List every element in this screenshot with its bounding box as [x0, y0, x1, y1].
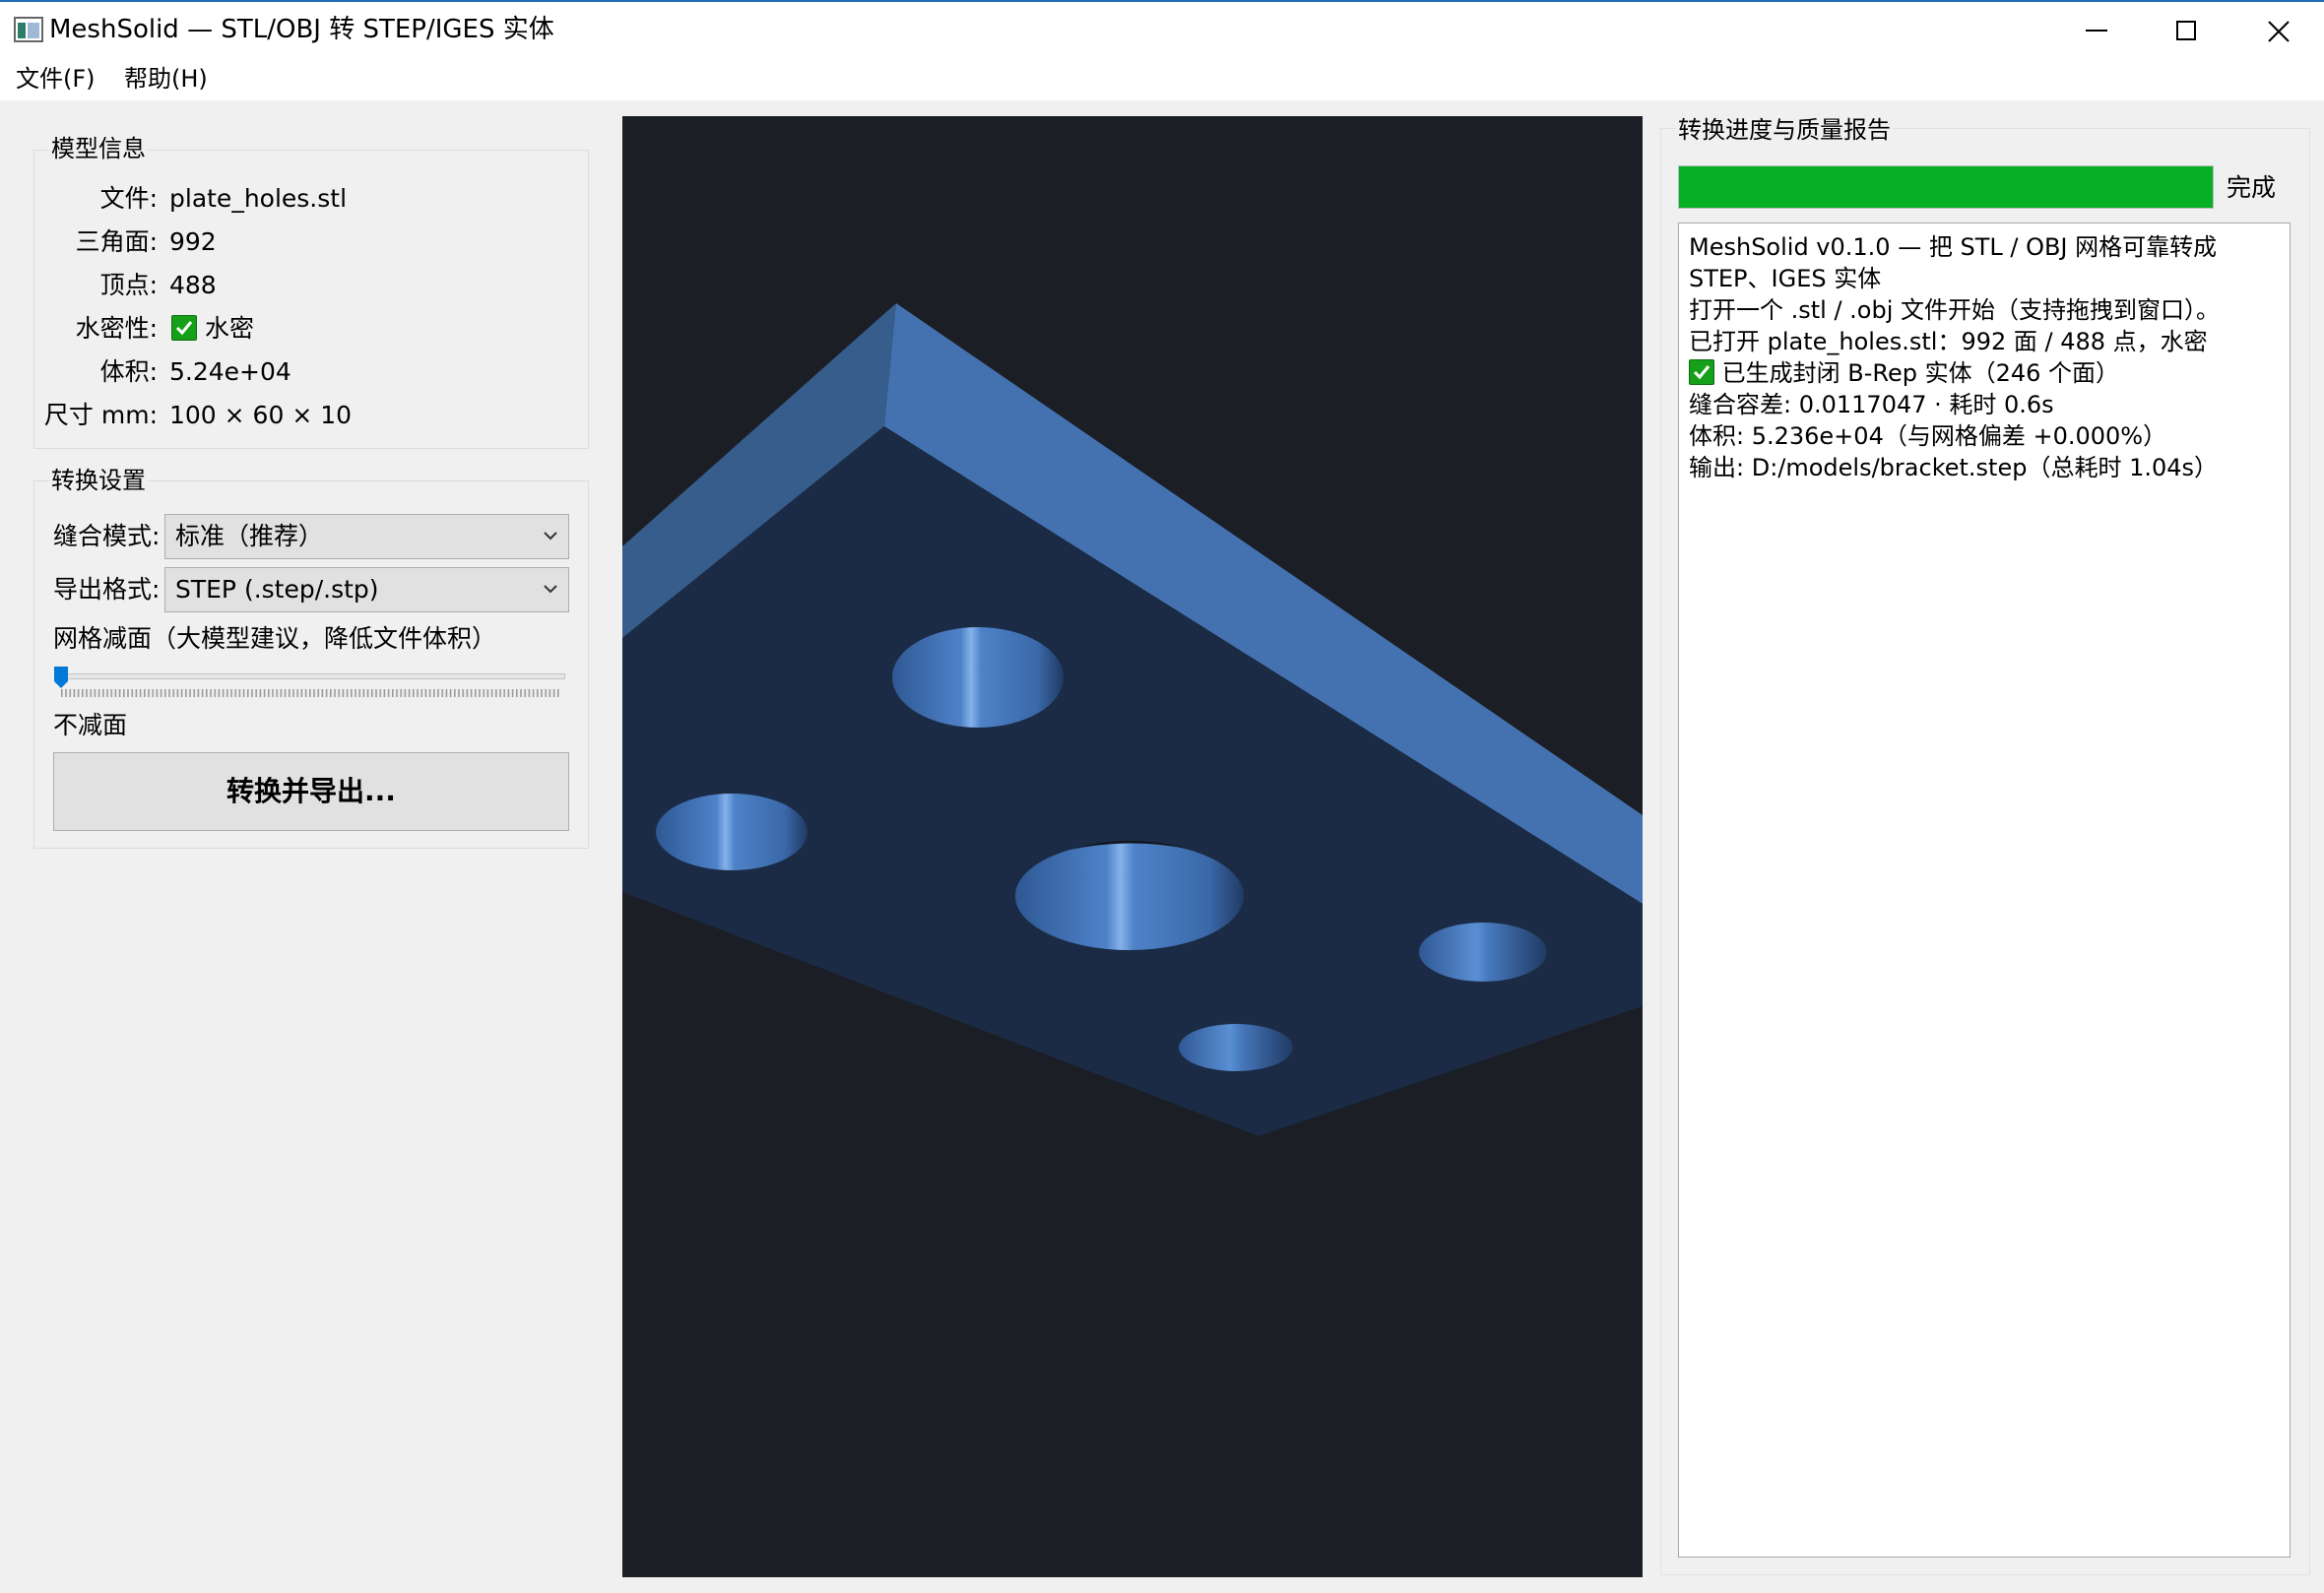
menu-file[interactable]: 文件(F) — [8, 57, 103, 100]
dimensions-value: 100 × 60 × 10 — [169, 401, 353, 429]
slider-ticks — [61, 689, 561, 697]
minimize-button[interactable] — [2052, 2, 2143, 59]
log-line: 输出: D:/models/bracket.step（总耗时 1.04s） — [1689, 454, 2219, 481]
progress-status: 完成 — [2227, 173, 2277, 202]
decimation-label: 网格减面（大模型建议，降低文件体积） — [53, 624, 497, 653]
sew-mode-label: 缝合模式: — [53, 522, 161, 550]
slider-handle[interactable] — [53, 666, 69, 689]
chevron-down-icon — [544, 585, 557, 594]
checkmark-icon — [1689, 359, 1714, 385]
app-icon — [14, 17, 43, 42]
minimize-icon — [2086, 30, 2107, 32]
model-render — [622, 303, 1643, 1136]
log-line: STEP、IGES 实体 — [1689, 265, 1882, 292]
log-line: 体积: 5.236e+04（与网格偏差 +0.000%） — [1689, 422, 2167, 450]
volume-value: 5.24e+04 — [169, 357, 291, 386]
menu-bar: 文件(F) 帮助(H) — [0, 57, 2324, 100]
3d-viewport[interactable] — [622, 116, 1643, 1577]
watertight-text: 水密 — [204, 314, 254, 343]
volume-label: 体积: — [99, 357, 158, 386]
file-value: plate_holes.stl — [169, 184, 348, 213]
progress-fill — [1679, 166, 2213, 208]
export-format-label: 导出格式: — [53, 575, 161, 604]
progress-bar — [1678, 165, 2214, 209]
log-output[interactable]: MeshSolid v0.1.0 — 把 STL / OBJ 网格可靠转成 ST… — [1678, 223, 2291, 1558]
dimensions-label: 尺寸 mm: — [43, 401, 158, 429]
chevron-down-icon — [544, 532, 557, 541]
log-line: 打开一个 .stl / .obj 文件开始（支持拖拽到窗口）。 — [1689, 296, 2221, 324]
hole — [656, 794, 807, 870]
sew-mode-select[interactable]: 标准（推荐） — [164, 514, 569, 559]
window-title: MeshSolid — STL/OBJ 转 STEP/IGES 实体 — [49, 15, 554, 44]
log-line: MeshSolid v0.1.0 — 把 STL / OBJ 网格可靠转成 — [1689, 233, 2218, 261]
close-button[interactable] — [2233, 2, 2324, 59]
vertices-value: 488 — [169, 271, 217, 299]
close-icon — [2268, 21, 2290, 42]
decimation-value: 不减面 — [53, 711, 128, 739]
maximize-icon — [2176, 21, 2196, 40]
decimation-slider[interactable] — [53, 666, 569, 699]
checkmark-icon — [171, 315, 197, 341]
convert-export-button[interactable]: 转换并导出... — [53, 752, 569, 831]
sew-mode-value: 标准（推荐） — [175, 522, 324, 550]
file-label: 文件: — [99, 184, 158, 213]
maximize-button[interactable] — [2141, 2, 2231, 59]
vertices-label: 顶点: — [99, 271, 158, 299]
title-bar: MeshSolid — STL/OBJ 转 STEP/IGES 实体 — [0, 0, 2324, 57]
slider-groove — [57, 673, 565, 679]
menu-help[interactable]: 帮助(H) — [116, 57, 216, 100]
watertight-value: 水密 — [171, 312, 254, 346]
model-info-title: 模型信息 — [49, 133, 148, 164]
triangles-label: 三角面: — [75, 227, 158, 256]
log-line: 已生成封闭 B-Rep 实体（246 个面） — [1689, 357, 2119, 389]
hole — [1419, 923, 1547, 982]
log-line-text: 已生成封闭 B-Rep 实体（246 个面） — [1721, 359, 2120, 387]
hole — [892, 627, 1064, 728]
log-line: 缝合容差: 0.0117047 · 耗时 0.6s — [1689, 391, 2054, 418]
export-format-value: STEP (.step/.stp) — [175, 575, 379, 604]
settings-title: 转换设置 — [49, 465, 148, 496]
hole — [1015, 842, 1244, 950]
triangles-value: 992 — [169, 227, 217, 256]
hole — [1179, 1024, 1293, 1071]
export-format-select[interactable]: STEP (.step/.stp) — [164, 567, 569, 612]
log-line: 已打开 plate_holes.stl：992 面 / 488 点，水密 — [1689, 328, 2208, 355]
report-title: 转换进度与质量报告 — [1676, 114, 1893, 146]
watertight-label: 水密性: — [75, 314, 158, 343]
